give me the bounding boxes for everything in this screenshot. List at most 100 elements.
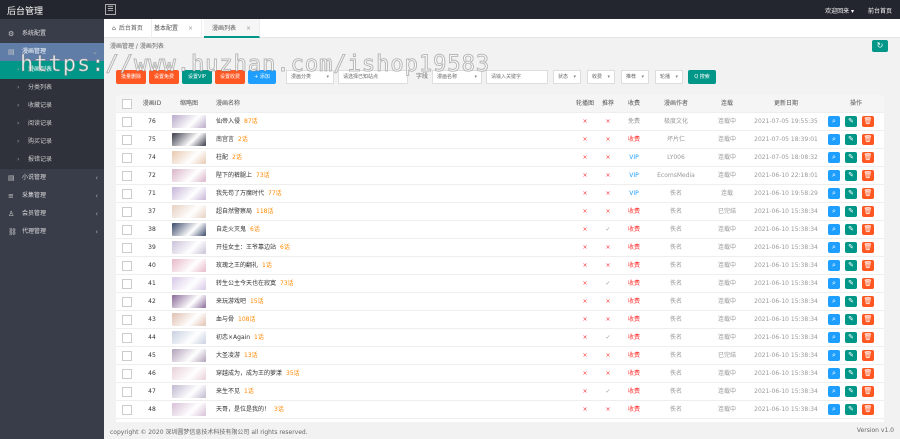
edit-button[interactable]: ✎ bbox=[845, 278, 857, 289]
edit-button[interactable]: ✎ bbox=[845, 206, 857, 217]
row-checkbox[interactable] bbox=[122, 297, 132, 307]
row-checkbox[interactable] bbox=[122, 153, 132, 163]
recommend-toggle[interactable]: × bbox=[602, 311, 614, 329]
row-checkbox[interactable] bbox=[122, 207, 132, 217]
sidebar-item-9[interactable]: ≡ ‹ 采集管理 bbox=[0, 187, 104, 205]
status-select[interactable]: 状态 ▾ bbox=[553, 70, 581, 84]
view-button[interactable]: ⌕ bbox=[828, 296, 840, 307]
sidebar-item-0[interactable]: ⚙ 系统配置 bbox=[0, 25, 104, 43]
delete-button[interactable]: 🗑 bbox=[862, 242, 874, 253]
row-checkbox[interactable] bbox=[122, 333, 132, 343]
sidebar-subitem-3[interactable]: › 分类列表 bbox=[0, 79, 104, 97]
column-header[interactable]: 更新日期 bbox=[748, 95, 824, 113]
sidebar-item-8[interactable]: ▤ ‹ 小说管理 bbox=[0, 169, 104, 187]
carousel-toggle[interactable]: × bbox=[576, 113, 594, 131]
delete-button[interactable]: 🗑 bbox=[862, 332, 874, 343]
view-button[interactable]: ⌕ bbox=[828, 278, 840, 289]
recommend-toggle[interactable]: × bbox=[602, 365, 614, 383]
edit-button[interactable]: ✎ bbox=[845, 260, 857, 271]
recommend-toggle[interactable]: × bbox=[602, 167, 614, 185]
row-checkbox[interactable] bbox=[122, 171, 132, 181]
delete-button[interactable]: 🗑 bbox=[862, 350, 874, 361]
comic-name[interactable]: 仙帝入侵 bbox=[216, 113, 240, 131]
carousel-toggle[interactable]: × bbox=[576, 185, 594, 203]
comic-name[interactable]: 玫瑰之王的翻礼 bbox=[216, 257, 258, 275]
delete-button[interactable]: 🗑 bbox=[862, 386, 874, 397]
recommend-toggle[interactable]: ✓ bbox=[602, 383, 614, 401]
sidebar-subitem-6[interactable]: › 购买记录 bbox=[0, 133, 104, 151]
recommend-toggle[interactable]: × bbox=[602, 149, 614, 167]
delete-button[interactable]: 🗑 bbox=[862, 296, 874, 307]
row-checkbox[interactable] bbox=[122, 243, 132, 253]
sidebar-subitem-7[interactable]: › 报错记录 bbox=[0, 151, 104, 169]
carousel-toggle[interactable]: × bbox=[576, 131, 594, 149]
search-button[interactable]: Q 搜索 bbox=[688, 70, 716, 84]
view-button[interactable]: ⌕ bbox=[828, 260, 840, 271]
recommend-toggle[interactable]: × bbox=[602, 203, 614, 221]
recommend-toggle[interactable]: × bbox=[602, 113, 614, 131]
sidebar-item-10[interactable]: ♙ ‹ 会员管理 bbox=[0, 205, 104, 223]
sidebar-item-1[interactable]: ▤ ⌄ 漫画管理 bbox=[0, 43, 104, 61]
delete-button[interactable]: 🗑 bbox=[862, 260, 874, 271]
recommend-toggle[interactable]: ✓ bbox=[602, 221, 614, 239]
recommend-toggle[interactable]: × bbox=[602, 401, 614, 419]
view-button[interactable]: ⌕ bbox=[828, 350, 840, 361]
carousel-toggle[interactable]: × bbox=[576, 149, 594, 167]
row-checkbox[interactable] bbox=[122, 369, 132, 379]
delete-button[interactable]: 🗑 bbox=[862, 314, 874, 325]
recommend-toggle[interactable]: × bbox=[602, 185, 614, 203]
delete-button[interactable]: 🗑 bbox=[862, 152, 874, 163]
column-header[interactable]: 漫画ID bbox=[138, 95, 166, 113]
menu-toggle-button[interactable]: ☰ bbox=[105, 4, 116, 15]
comic-name[interactable]: 穿越成为，成为王的萝漾 bbox=[216, 365, 282, 383]
edit-button[interactable]: ✎ bbox=[845, 386, 857, 397]
comic-name[interactable]: 南宫言 bbox=[216, 131, 234, 149]
recommend-toggle[interactable]: ✓ bbox=[602, 329, 614, 347]
carousel-toggle[interactable]: × bbox=[576, 257, 594, 275]
row-checkbox[interactable] bbox=[122, 261, 132, 271]
sidebar-item-11[interactable]: ⛓ ‹ 代理管理 bbox=[0, 223, 104, 241]
set-paid-button[interactable]: 设置收费 bbox=[215, 70, 245, 84]
carousel-toggle[interactable]: × bbox=[576, 239, 594, 257]
carousel-toggle[interactable]: × bbox=[576, 401, 594, 419]
comic-name[interactable]: 来玩游戏吧 bbox=[216, 293, 246, 311]
charge-select[interactable]: 收费 ▾ bbox=[587, 70, 615, 84]
edit-button[interactable]: ✎ bbox=[845, 170, 857, 181]
sidebar-subitem-4[interactable]: › 收藏记录 bbox=[0, 97, 104, 115]
close-icon[interactable]: × bbox=[188, 25, 193, 32]
comic-name[interactable]: 陛下的裤腿上 bbox=[216, 167, 252, 185]
refresh-button[interactable]: ↻ bbox=[872, 40, 888, 52]
sidebar-subitem-5[interactable]: › 阅读记录 bbox=[0, 115, 104, 133]
edit-button[interactable]: ✎ bbox=[845, 224, 857, 235]
sidebar-subitem-2[interactable]: › 漫画列表 bbox=[0, 61, 104, 79]
carousel-toggle[interactable]: × bbox=[576, 365, 594, 383]
comic-name[interactable]: 天哥，是位是我的！ bbox=[216, 401, 270, 419]
row-checkbox[interactable] bbox=[122, 135, 132, 145]
recommend-toggle[interactable]: × bbox=[602, 239, 614, 257]
row-checkbox[interactable] bbox=[122, 117, 132, 127]
view-button[interactable]: ⌕ bbox=[828, 386, 840, 397]
comic-name[interactable]: 来生不见 bbox=[216, 383, 240, 401]
delete-button[interactable]: 🗑 bbox=[862, 188, 874, 199]
row-checkbox[interactable] bbox=[122, 225, 132, 235]
tab-comic-list[interactable]: 漫画列表 × bbox=[204, 19, 261, 38]
view-button[interactable]: ⌕ bbox=[828, 368, 840, 379]
comic-name[interactable]: 超自然警察局 bbox=[216, 203, 252, 221]
row-checkbox[interactable] bbox=[122, 189, 132, 199]
delete-button[interactable]: 🗑 bbox=[862, 404, 874, 415]
recommend-select[interactable]: 推荐 ▾ bbox=[621, 70, 649, 84]
delete-button[interactable]: 🗑 bbox=[862, 224, 874, 235]
edit-button[interactable]: ✎ bbox=[845, 188, 857, 199]
carousel-toggle[interactable]: × bbox=[576, 329, 594, 347]
batch-delete-button[interactable]: 批量删除 bbox=[116, 70, 146, 84]
edit-button[interactable]: ✎ bbox=[845, 134, 857, 145]
row-checkbox[interactable] bbox=[122, 351, 132, 361]
user-menu[interactable]: 欢迎回来 ▾ bbox=[825, 6, 854, 15]
carousel-select[interactable]: 轮播 ▾ bbox=[655, 70, 683, 84]
carousel-toggle[interactable]: × bbox=[576, 293, 594, 311]
edit-button[interactable]: ✎ bbox=[845, 404, 857, 415]
recommend-toggle[interactable]: × bbox=[602, 131, 614, 149]
view-button[interactable]: ⌕ bbox=[828, 152, 840, 163]
view-button[interactable]: ⌕ bbox=[828, 134, 840, 145]
delete-button[interactable]: 🗑 bbox=[862, 134, 874, 145]
